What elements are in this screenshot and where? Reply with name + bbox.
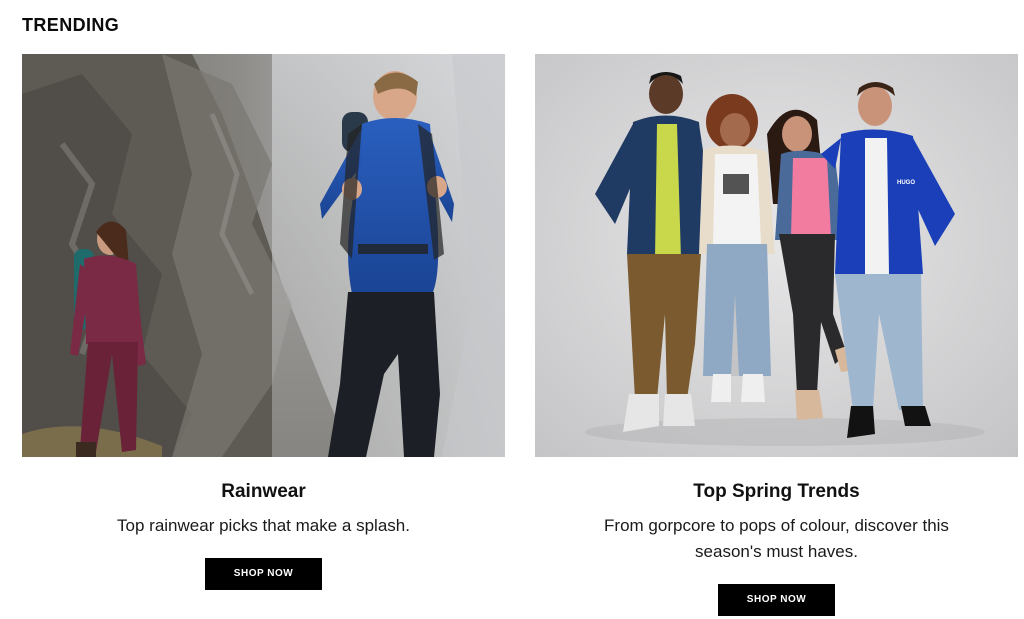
rainwear-image-link[interactable] xyxy=(22,54,505,457)
spring-trends-image-link[interactable]: HUGO xyxy=(535,54,1018,457)
card-body: Rainwear Top rainwear picks that make a … xyxy=(22,457,505,590)
product-card-spring-trends: HUGO Top Spring Trends From gorpcore to … xyxy=(535,54,1018,616)
card-title: Top Spring Trends xyxy=(693,481,860,502)
shop-now-button[interactable]: SHOP NOW xyxy=(205,558,322,590)
shop-now-button[interactable]: SHOP NOW xyxy=(718,584,835,616)
svg-text:HUGO: HUGO xyxy=(897,180,915,186)
rainwear-hikers-image xyxy=(22,54,505,457)
spring-trends-group-image: HUGO xyxy=(535,54,1018,457)
section-title: TRENDING xyxy=(22,15,120,35)
card-description: From gorpcore to pops of colour, discove… xyxy=(604,516,949,561)
card-body: Top Spring Trends From gorpcore to pops … xyxy=(535,457,1018,616)
card-title: Rainwear xyxy=(221,481,306,502)
product-card-rainwear: Rainwear Top rainwear picks that make a … xyxy=(22,54,505,590)
card-description: Top rainwear picks that make a splash. xyxy=(117,516,410,535)
